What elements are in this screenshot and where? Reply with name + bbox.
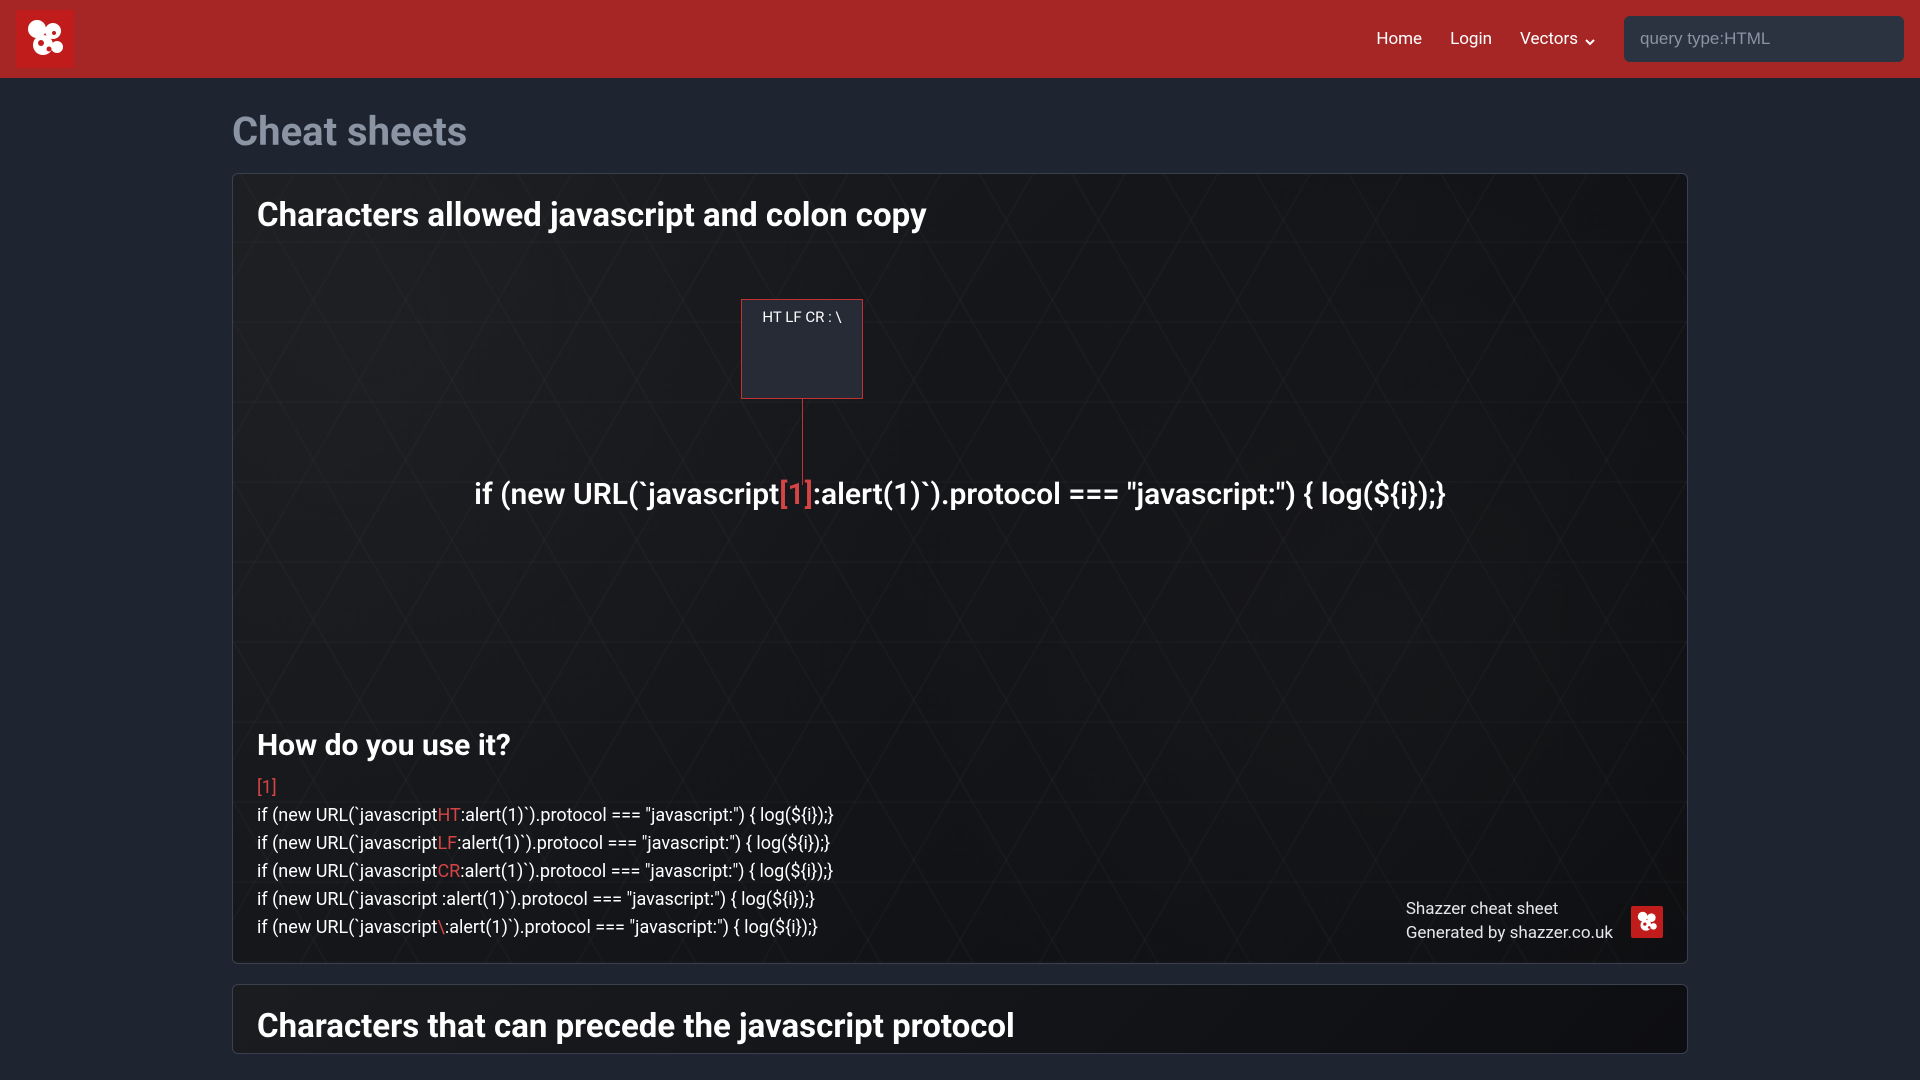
code-main: if (new URL(`javascript[1]:alert(1)`).pr…: [257, 477, 1663, 512]
card-title: Characters allowed javascript and colon …: [257, 196, 1663, 235]
tooltip-connector: [802, 399, 803, 485]
cheat-sheet-card-next: Characters that can precede the javascri…: [232, 984, 1688, 1054]
navbar: Home Login Vectors: [0, 0, 1920, 78]
page-title: Cheat sheets: [232, 108, 1688, 155]
example-marker: [1]: [257, 777, 1663, 798]
nav-vectors[interactable]: Vectors: [1520, 29, 1596, 49]
card2-title: Characters that can precede the javascri…: [257, 1007, 1663, 1046]
footer-logo: [1631, 906, 1663, 938]
chevron-down-icon: [1584, 33, 1596, 45]
cheat-sheet-card: Characters allowed javascript and colon …: [232, 173, 1688, 964]
logo-icon: [21, 15, 69, 63]
site-logo[interactable]: [16, 10, 74, 68]
nav-home[interactable]: Home: [1376, 29, 1422, 49]
nav-vectors-label: Vectors: [1520, 29, 1578, 49]
code-post: :alert(1)`).protocol === "javascript:") …: [813, 477, 1446, 512]
code-pre: if (new URL(`javascript: [474, 477, 779, 512]
nav-login[interactable]: Login: [1450, 29, 1492, 49]
nav-right: Home Login Vectors: [1376, 16, 1904, 62]
code-visual: HT LF CR : \ if (new URL(`javascript[1]:…: [257, 299, 1663, 512]
footer-line2: Generated by shazzer.co.uk: [1406, 922, 1613, 946]
howto-title: How do you use it?: [257, 728, 1663, 763]
example-line: if (new URL(`javascriptHT:alert(1)`).pro…: [257, 802, 1663, 830]
example-line: if (new URL(`javascriptCR:alert(1)`).pro…: [257, 858, 1663, 886]
token-tooltip: HT LF CR : \: [741, 299, 863, 399]
page-content: Cheat sheets Characters allowed javascri…: [0, 78, 1920, 1054]
card-footer: Shazzer cheat sheet Generated by shazzer…: [1406, 898, 1663, 946]
footer-line1: Shazzer cheat sheet: [1406, 898, 1613, 922]
code-token: [1]: [779, 477, 813, 512]
example-line: if (new URL(`javascriptLF:alert(1)`).pro…: [257, 830, 1663, 858]
search-input[interactable]: [1624, 16, 1904, 62]
logo-icon: [1634, 909, 1660, 935]
